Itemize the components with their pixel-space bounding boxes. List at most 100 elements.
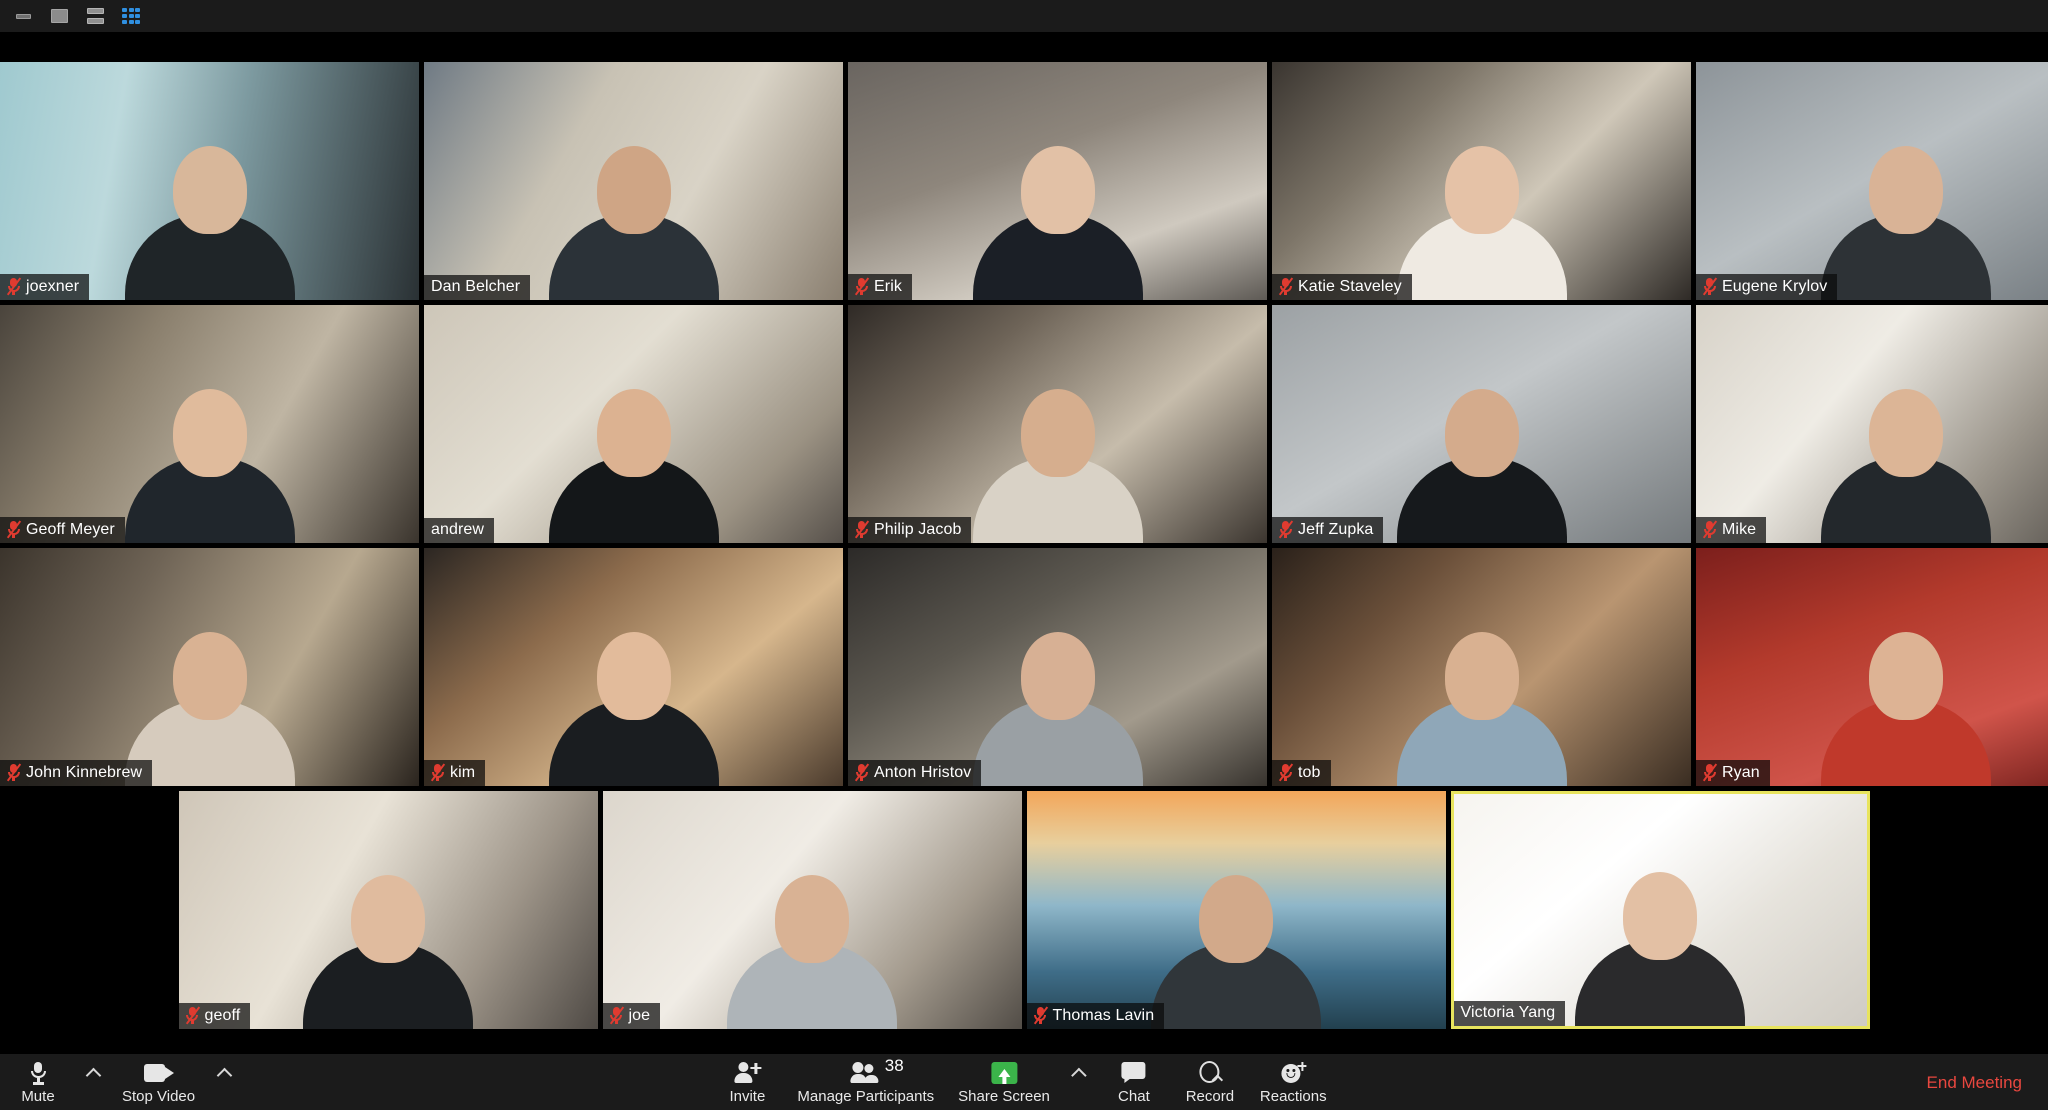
- share-screen-icon: [991, 1061, 1018, 1085]
- participant-name-label: andrew: [431, 521, 485, 538]
- participant-name-label: Anton Hristov: [874, 763, 972, 781]
- participant-tile[interactable]: Ryan: [1696, 548, 2048, 786]
- muted-microphone-icon: [1033, 1006, 1048, 1025]
- participant-nameplate: Ryan: [1696, 760, 1770, 786]
- participant-nameplate: Erik: [848, 274, 912, 300]
- participant-video-figure: [124, 626, 295, 786]
- share-screen-chevron-up-icon[interactable]: [1062, 1054, 1096, 1110]
- muted-microphone-icon: [1278, 763, 1294, 782]
- participant-tile[interactable]: Mike: [1696, 305, 2048, 543]
- invite-person-icon: [734, 1061, 762, 1085]
- record-icon: [1198, 1060, 1224, 1086]
- participant-tile[interactable]: John Kinnebrew: [0, 548, 419, 786]
- invite-button[interactable]: Invite: [709, 1054, 785, 1110]
- participant-tile[interactable]: tob: [1272, 548, 1691, 786]
- participant-name-label: Erik: [874, 277, 902, 295]
- participant-tile[interactable]: joe: [602, 791, 1022, 1029]
- share-screen-button[interactable]: Share Screen: [946, 1054, 1062, 1110]
- participant-tile[interactable]: Philip Jacob: [848, 305, 1267, 543]
- participant-nameplate: Thomas Lavin: [1026, 1003, 1165, 1029]
- reactions-button[interactable]: Reactions: [1248, 1054, 1339, 1110]
- muted-microphone-icon: [1702, 763, 1718, 782]
- participant-nameplate: kim: [424, 760, 486, 786]
- record-button[interactable]: Record: [1172, 1054, 1248, 1110]
- muted-microphone-icon: [854, 763, 870, 782]
- maximize-button[interactable]: [48, 5, 70, 27]
- muted-microphone-icon: [1702, 277, 1718, 296]
- participant-tile[interactable]: Jeff Zupka: [1272, 305, 1691, 543]
- muted-microphone-icon: [1278, 520, 1294, 539]
- participant-video-figure: [548, 626, 719, 786]
- participant-nameplate: Katie Staveley: [1272, 274, 1412, 300]
- participant-nameplate: joexner: [0, 274, 90, 300]
- participant-video-figure: [124, 140, 295, 300]
- participant-nameplate: Dan Belcher: [424, 275, 531, 300]
- video-gallery-grid: joexner Dan Belcher Erik Katie Staveley …: [0, 32, 2048, 1054]
- chat-button-label: Chat: [1118, 1087, 1150, 1105]
- audio-settings-chevron-up-icon[interactable]: [76, 1054, 110, 1110]
- participant-nameplate: Mike: [1696, 517, 1767, 543]
- share-screen-button-label: Share Screen: [958, 1087, 1050, 1105]
- camera-icon: [143, 1061, 174, 1085]
- participant-video-figure: [1396, 140, 1567, 300]
- participant-tile[interactable]: Katie Staveley: [1272, 62, 1691, 300]
- participant-tile[interactable]: geoff: [178, 791, 598, 1029]
- gallery-view-icon: [122, 8, 140, 24]
- gallery-row-4: geoff joe Thomas Lavin Victoria Yang: [0, 791, 2048, 1029]
- participant-name-label: Thomas Lavin: [1052, 1006, 1155, 1024]
- participant-video-figure: [303, 869, 473, 1029]
- microphone-icon: [30, 1061, 46, 1085]
- participant-name-label: Eugene Krylov: [1722, 277, 1828, 295]
- minimize-button[interactable]: [12, 5, 34, 27]
- participant-nameplate: Anton Hristov: [848, 760, 982, 786]
- participant-video-figure: [1151, 869, 1321, 1029]
- participant-tile[interactable]: Dan Belcher: [424, 62, 843, 300]
- participant-name-label: joexner: [26, 277, 80, 295]
- meeting-toolbar: Mute Stop Video Invite 38 Manage Partici…: [0, 1054, 2048, 1110]
- participant-tile[interactable]: Victoria Yang: [1450, 791, 1870, 1029]
- participant-video-figure: [972, 140, 1143, 300]
- chat-bubble-icon: [1121, 1061, 1146, 1085]
- end-meeting-button[interactable]: End Meeting: [1923, 1068, 2026, 1097]
- participant-name-label: geoff: [204, 1006, 241, 1024]
- video-settings-chevron-up-icon[interactable]: [207, 1054, 241, 1110]
- participant-tile[interactable]: Eugene Krylov: [1696, 62, 2048, 300]
- speaker-view-icon: [86, 8, 104, 24]
- manage-participants-button-label: Manage Participants: [797, 1087, 935, 1105]
- participant-tile[interactable]: Geoff Meyer: [0, 305, 419, 543]
- muted-microphone-icon: [6, 520, 22, 539]
- participant-name-label: Mike: [1722, 520, 1757, 538]
- participant-tile[interactable]: Erik: [848, 62, 1267, 300]
- participant-tile[interactable]: kim: [424, 548, 843, 786]
- gallery-view-button[interactable]: [120, 5, 142, 27]
- muted-microphone-icon: [6, 763, 22, 782]
- mute-button-label: Mute: [21, 1087, 55, 1105]
- participant-tile[interactable]: andrew: [424, 305, 843, 543]
- chat-button[interactable]: Chat: [1096, 1054, 1172, 1110]
- participant-video-figure: [548, 383, 719, 543]
- participant-nameplate: Eugene Krylov: [1696, 274, 1838, 300]
- participant-video-figure: [548, 140, 719, 300]
- muted-microphone-icon: [609, 1006, 624, 1025]
- participant-name-label: Victoria Yang: [1460, 1004, 1556, 1021]
- minimize-icon: [15, 13, 31, 19]
- participant-name-label: tob: [1298, 763, 1321, 781]
- participant-video-figure: [1820, 140, 1991, 300]
- speaker-view-button[interactable]: [84, 5, 106, 27]
- participant-tile[interactable]: joexner: [0, 62, 419, 300]
- mute-button[interactable]: Mute: [0, 1054, 76, 1110]
- muted-microphone-icon: [1278, 277, 1294, 296]
- participant-video-figure: [727, 869, 897, 1029]
- participant-name-label: Katie Staveley: [1298, 277, 1402, 295]
- muted-microphone-icon: [430, 763, 446, 782]
- participant-name-label: kim: [450, 763, 476, 781]
- stop-video-button[interactable]: Stop Video: [110, 1054, 207, 1110]
- manage-participants-button[interactable]: 38 Manage Participants: [785, 1054, 946, 1110]
- participant-tile[interactable]: Anton Hristov: [848, 548, 1267, 786]
- participant-nameplate: Philip Jacob: [848, 517, 972, 543]
- participant-tile[interactable]: Thomas Lavin: [1026, 791, 1446, 1029]
- gallery-row-2: Geoff Meyer andrew Philip Jacob Jeff Zup…: [0, 305, 2048, 543]
- participant-nameplate: geoff: [178, 1003, 251, 1029]
- gallery-row-3: John Kinnebrew kim Anton Hristov tob Rya…: [0, 548, 2048, 786]
- participant-video-figure: [972, 626, 1143, 786]
